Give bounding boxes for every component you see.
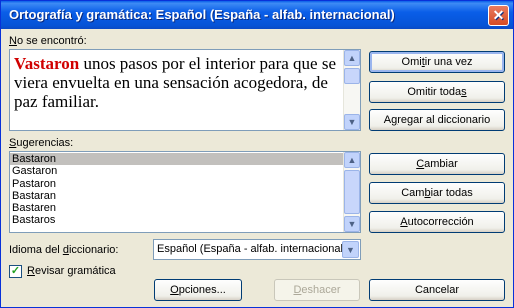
sentence-text: Vastaron unos pasos por el interior para… [14,54,337,111]
list-item[interactable]: Pastaron [10,178,343,190]
autocorrect-button[interactable]: Autocorrección [369,211,505,233]
suggestions-list[interactable]: Bastaron Gastaron Pastaron Bastaran Bast… [9,151,361,233]
suggestions-scrollbar[interactable]: ▲ ▼ [343,152,360,232]
suggestions-label: Sugerencias: [9,137,74,149]
close-icon[interactable]: ✕ [488,5,509,26]
ignore-all-button[interactable]: Omitir todas [369,81,505,103]
misspelled-word: Vastaron [14,54,80,73]
list-item[interactable]: Gastaron [10,165,343,177]
chevron-down-icon[interactable]: ▼ [342,241,359,258]
scroll-thumb[interactable] [344,170,360,214]
window-title: Ortografía y gramática: Español (España … [9,7,395,22]
suggestions-items: Bastaron Gastaron Pastaron Bastaran Bast… [10,153,343,227]
check-grammar-label[interactable]: Revisar gramática [27,265,116,277]
not-found-text-area[interactable]: Vastaron unos pasos por el interior para… [9,49,361,131]
not-found-label: No se encontró: [9,35,87,47]
ignore-once-button[interactable]: Omitir una vez [369,51,505,73]
dictionary-language-value: Español (España - alfab. internacional) [157,243,347,255]
list-item[interactable]: Bastaran [10,190,343,202]
add-to-dictionary-button[interactable]: Agregar al diccionario [369,109,505,131]
dictionary-language-select[interactable]: Español (España - alfab. internacional) … [153,239,361,260]
title-bar: Ortografía y gramática: Español (España … [1,1,513,29]
scroll-thumb[interactable] [344,68,360,84]
text-scrollbar[interactable]: ▲ ▼ [343,50,360,130]
options-button[interactable]: Opciones... [154,279,242,301]
spelling-dialog: Ortografía y gramática: Español (España … [0,0,514,308]
list-item[interactable]: Bastaron [10,153,343,166]
list-item[interactable]: Bastaren [10,202,343,214]
scroll-up-icon[interactable]: ▲ [344,152,360,168]
check-grammar-checkbox[interactable]: ✓ [9,265,22,278]
change-all-button[interactable]: Cambiar todas [369,182,505,204]
dictionary-language-label: Idioma del diccionario: [9,244,119,256]
scroll-up-icon[interactable]: ▲ [344,50,360,66]
scroll-down-icon[interactable]: ▼ [344,114,360,130]
cancel-button[interactable]: Cancelar [369,279,505,301]
change-button[interactable]: Cambiar [369,153,505,175]
scroll-down-icon[interactable]: ▼ [344,216,360,232]
undo-button[interactable]: Deshacer [274,279,360,301]
list-item[interactable]: Bastaros [10,214,343,226]
